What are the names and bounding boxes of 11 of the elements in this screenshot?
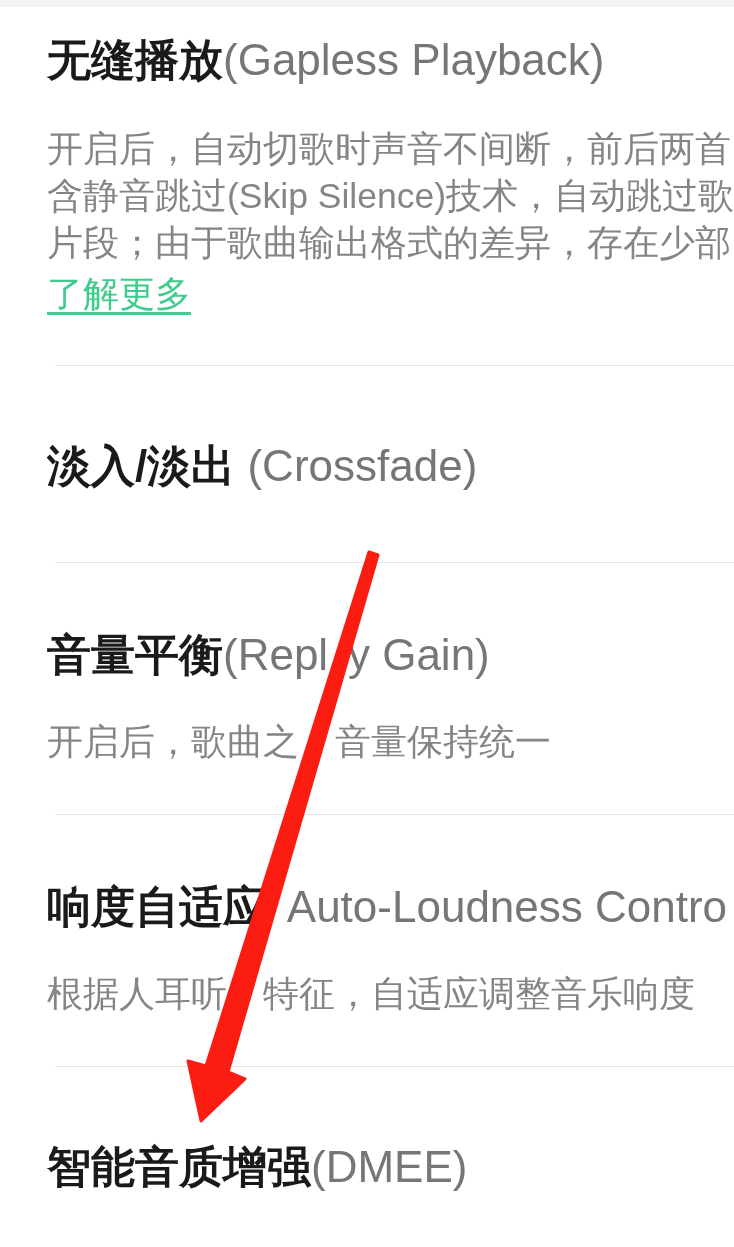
setting-title: 智能音质增强(DMEE) [47,1141,468,1193]
setting-title: 无缝播放(Gapless Playback) [47,34,605,86]
setting-description: 根据人耳听 [47,973,227,1016]
setting-description: 开启后，歌曲之 [47,721,299,764]
setting-description: 开启后，自动切歌时声音不间断，前后两首 含静音跳过(Skip Silence)技术，自动跳过歌 片段；由于歌曲输出格式的差异，存在少部 [47,128,734,265]
setting-description: 音量保持统一 [334,721,551,764]
setting-title: Auto-Loudness Contro [286,881,728,933]
setting-title: 音量平衡(Repl [47,629,329,681]
learn-more-link[interactable]: 了解更多 [47,271,191,318]
setting-description: 特征，自适应调整音乐响度 [262,973,695,1016]
setting-title: 淡入/淡出 (Crossfade) [47,440,478,492]
